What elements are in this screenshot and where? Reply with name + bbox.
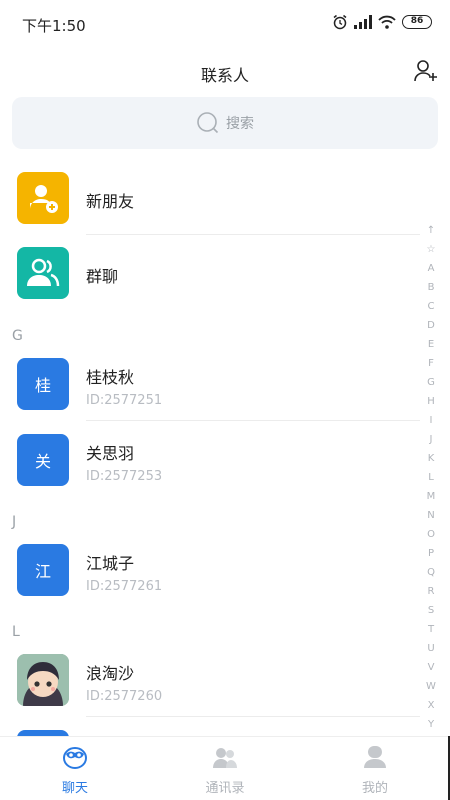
contact-name: 江城子 — [86, 554, 135, 573]
contact-id: ID:2577261 — [86, 579, 163, 594]
new-friend-icon — [30, 185, 58, 213]
avatar — [17, 654, 69, 706]
index-letter[interactable]: S — [424, 601, 438, 620]
list-item-new-friends[interactable]: 新朋友 — [0, 160, 420, 235]
wifi-icon — [378, 15, 396, 29]
index-letter[interactable]: Q — [424, 563, 438, 582]
cartoon-avatar-icon — [17, 654, 69, 706]
section-header: L — [12, 624, 20, 640]
index-letter[interactable]: C — [424, 297, 438, 316]
contact-row[interactable]: 浪淘沙 ID:2577260 — [0, 642, 420, 717]
avatar-initial: 关 — [34, 452, 51, 471]
avatar: 桂 — [17, 358, 69, 410]
search-icon — [197, 112, 219, 134]
index-letter[interactable]: R — [424, 582, 438, 601]
index-letter[interactable]: W — [424, 677, 438, 696]
status-bar: 下午1:50 86 — [0, 0, 450, 48]
list-item-label: 新朋友 — [86, 192, 135, 211]
index-letter[interactable]: E — [424, 335, 438, 354]
contact-name: 关思羽 — [86, 444, 135, 463]
tab-label: 我的 — [361, 781, 388, 796]
alphabet-index[interactable]: ↑ ☆ A B C D E F G H I J K L M N O P Q R … — [424, 221, 438, 734]
contact-id: ID:2577253 — [86, 469, 163, 484]
index-letter[interactable]: X — [424, 696, 438, 715]
signal-icon — [354, 15, 372, 29]
bottom-tab-bar: 聊天 通讯录 我的 — [0, 736, 450, 800]
index-letter[interactable]: ☆ — [424, 240, 438, 259]
profile-icon — [364, 746, 386, 768]
section-header: J — [12, 514, 17, 530]
index-letter[interactable]: T — [424, 620, 438, 639]
status-icons: 86 — [332, 14, 432, 30]
index-letter[interactable]: K — [424, 449, 438, 468]
index-letter[interactable]: I — [424, 411, 438, 430]
battery-indicator: 86 — [402, 15, 432, 29]
index-letter[interactable]: G — [424, 373, 438, 392]
tab-label: 通讯录 — [205, 781, 245, 796]
search-placeholder: 搜索 — [226, 116, 254, 132]
header: 联系人 — [0, 52, 450, 92]
tab-profile[interactable]: 我的 — [300, 737, 450, 800]
chat-icon — [63, 747, 87, 769]
index-letter[interactable]: F — [424, 354, 438, 373]
contact-row[interactable]: 桂 桂枝秋 ID:2577251 — [0, 346, 420, 421]
add-contact-button[interactable] — [412, 57, 440, 85]
index-letter[interactable]: B — [424, 278, 438, 297]
status-time: 下午1:50 — [22, 17, 86, 35]
search-inner: 搜索 — [12, 111, 438, 135]
new-friend-avatar — [17, 172, 69, 224]
index-letter[interactable]: P — [424, 544, 438, 563]
contact-row[interactable]: 江 江城子 ID:2577261 — [0, 532, 420, 607]
section-header: G — [12, 328, 23, 344]
index-letter[interactable]: Y — [424, 715, 438, 734]
list-item-label: 群聊 — [86, 267, 119, 286]
index-letter[interactable]: ↑ — [424, 221, 438, 240]
index-letter[interactable]: J — [424, 430, 438, 449]
group-chat-avatar — [17, 247, 69, 299]
avatar-initial: 桂 — [34, 376, 51, 395]
contact-row[interactable]: 关 关思羽 ID:2577253 — [0, 422, 420, 497]
search-bar[interactable]: 搜索 — [12, 97, 438, 149]
index-letter[interactable]: V — [424, 658, 438, 677]
contact-id: ID:2577251 — [86, 393, 163, 408]
index-letter[interactable]: U — [424, 639, 438, 658]
tab-contacts[interactable]: 通讯录 — [150, 737, 300, 800]
avatar: 江 — [17, 544, 69, 596]
group-chat-icon — [27, 258, 60, 287]
avatar: 关 — [17, 434, 69, 486]
index-letter[interactable]: A — [424, 259, 438, 278]
index-letter[interactable]: L — [424, 468, 438, 487]
contact-name: 桂枝秋 — [86, 368, 135, 387]
contact-name: 浪淘沙 — [86, 664, 135, 683]
index-letter[interactable]: O — [424, 525, 438, 544]
divider — [86, 716, 420, 717]
add-user-icon — [414, 60, 437, 82]
index-letter[interactable]: M — [424, 487, 438, 506]
divider — [86, 420, 420, 421]
list-item-group-chat[interactable]: 群聊 — [0, 235, 420, 310]
avatar-initial: 江 — [34, 562, 51, 581]
page-title: 联系人 — [200, 66, 249, 85]
index-letter[interactable]: N — [424, 506, 438, 525]
index-letter[interactable]: D — [424, 316, 438, 335]
tab-label: 聊天 — [61, 781, 88, 796]
index-letter[interactable]: H — [424, 392, 438, 411]
tab-chat[interactable]: 聊天 — [0, 737, 150, 800]
contacts-icon — [213, 748, 237, 768]
contact-id: ID:2577260 — [86, 689, 163, 704]
alarm-icon — [333, 14, 347, 30]
